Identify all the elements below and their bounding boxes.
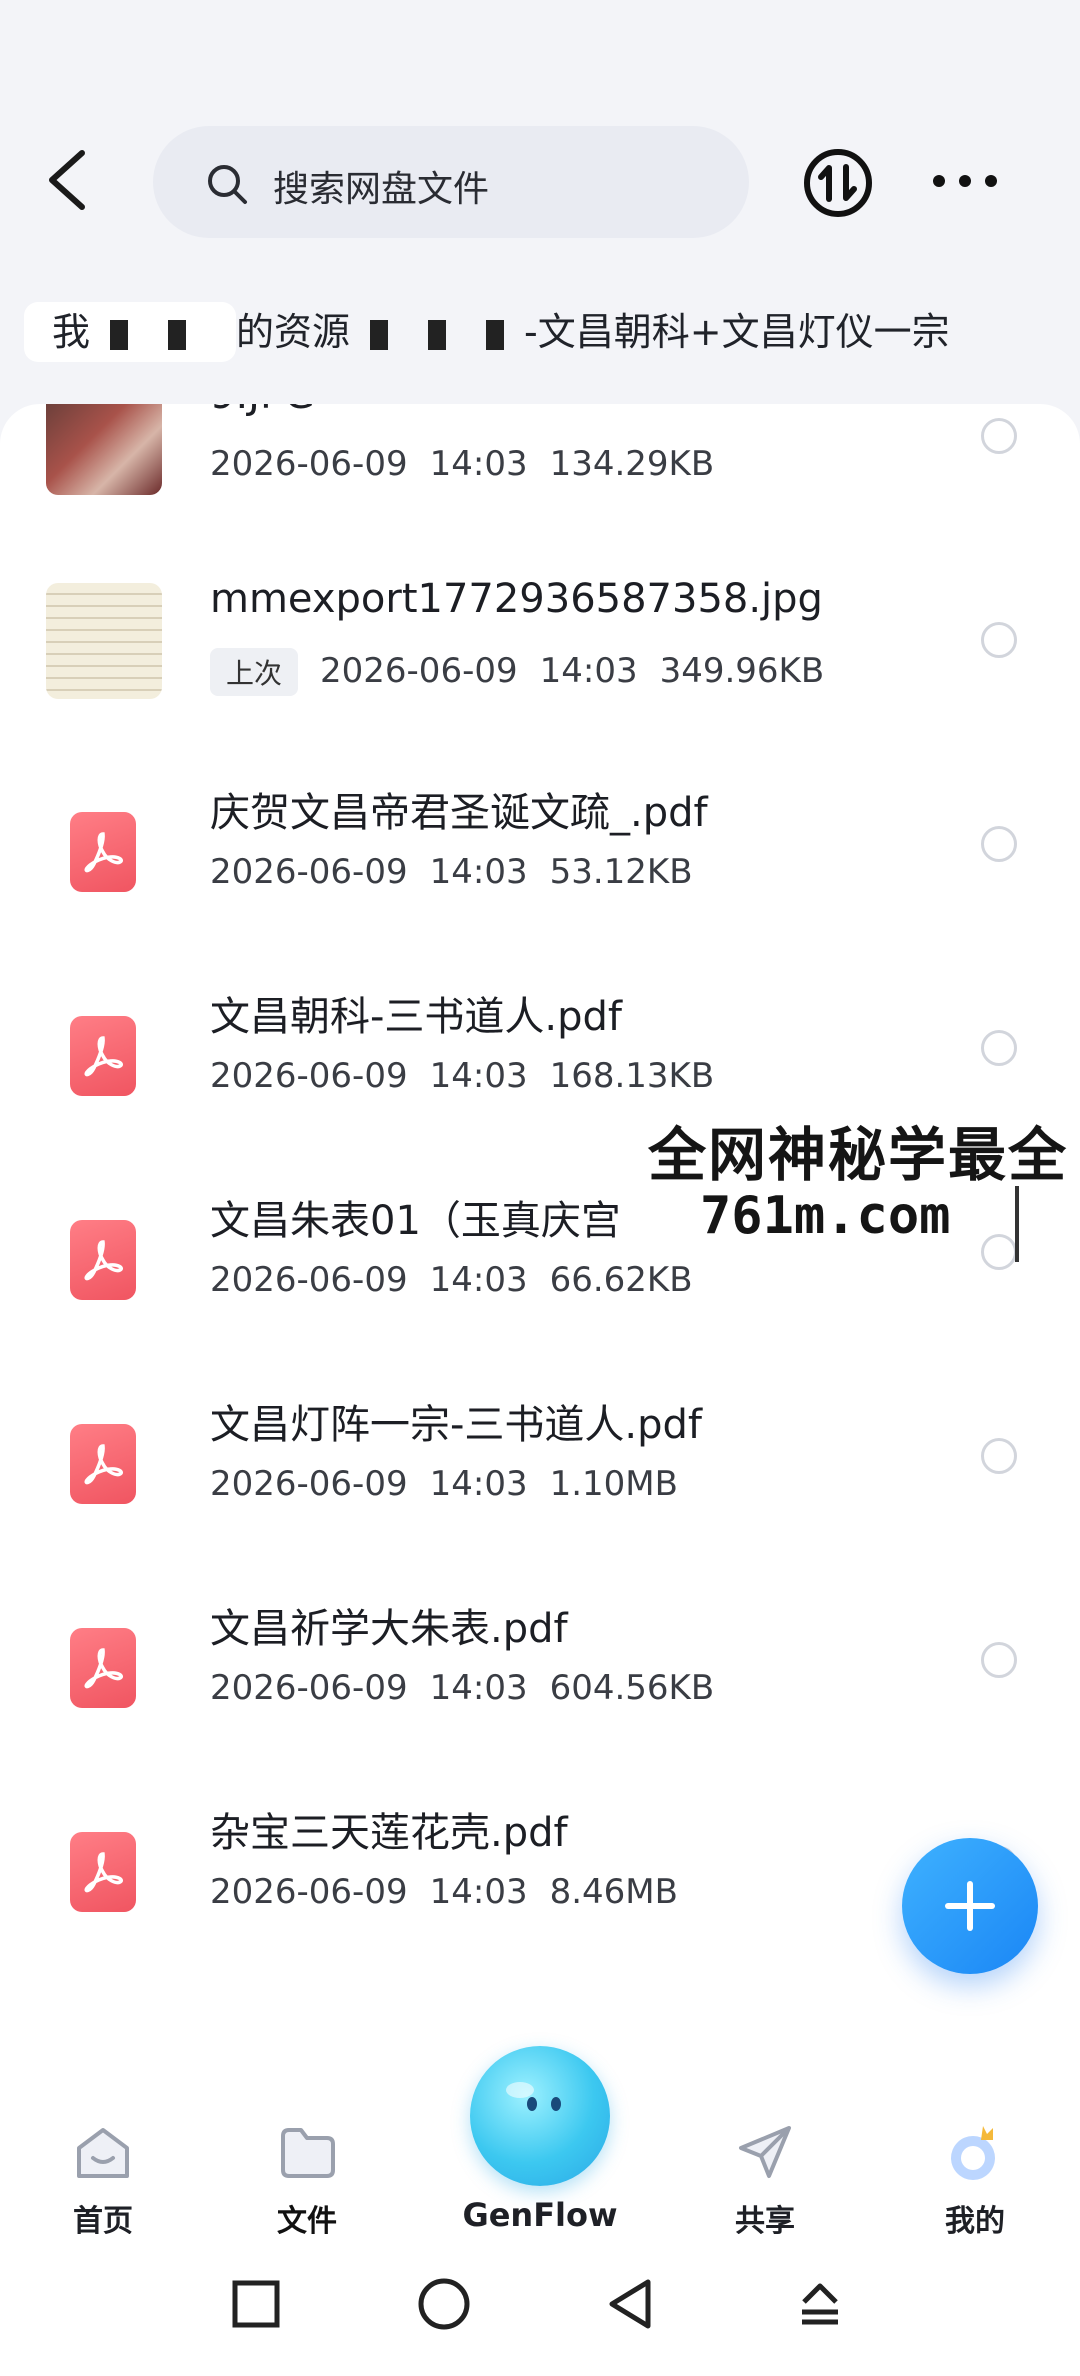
select-radio[interactable] — [981, 826, 1017, 862]
list-item[interactable]: 庆贺文昌帝君圣诞文疏_.pdf 2026-06-09 14:03 53.12KB — [0, 742, 1080, 946]
watermark: 全网神秘学最全 761m.com — [640, 1108, 1080, 1262]
file-meta: 2026-06-09 14:03 134.29KB — [210, 444, 715, 484]
back-triangle-icon[interactable] — [600, 2274, 660, 2334]
system-navigation-bar — [0, 2234, 1080, 2376]
home-circle-icon[interactable] — [414, 2274, 474, 2334]
file-name: 文昌祈学大朱表.pdf — [210, 1606, 568, 1652]
breadcrumb-middle: 的资源 — [236, 310, 351, 354]
tab-home[interactable]: 首页 — [28, 2084, 178, 2239]
search-icon — [208, 165, 247, 204]
sort-icon[interactable] — [802, 147, 874, 219]
file-name: 庆贺文昌帝君圣诞文疏_.pdf — [210, 790, 708, 836]
folder-icon — [281, 2128, 335, 2178]
recent-badge: 上次 — [210, 648, 299, 696]
redaction-mask — [110, 319, 129, 350]
file-meta: 2026-06-09 14:03 66.62KB — [210, 1260, 693, 1300]
redaction-mask — [168, 319, 187, 350]
file-meta: 2026-06-09 14:03 604.56KB — [210, 1668, 715, 1708]
recent-apps-icon[interactable] — [226, 2274, 286, 2334]
more-icon[interactable] — [930, 164, 1000, 198]
list-item[interactable]: 文昌祈学大朱表.pdf 2026-06-09 14:03 604.56KB — [0, 1558, 1080, 1762]
breadcrumb-root[interactable]: 我 — [24, 302, 237, 362]
keyboard-collapse-icon[interactable] — [790, 2274, 850, 2334]
breadcrumb[interactable]: 我的资源 -文昌朝科+文昌灯仪一宗 — [24, 292, 1080, 372]
send-icon — [739, 2126, 791, 2178]
pdf-icon — [70, 1628, 136, 1708]
file-meta: 2026-06-09 14:03 168.13KB — [210, 1056, 715, 1096]
image-thumbnail — [46, 583, 162, 699]
tab-files[interactable]: 文件 — [232, 2084, 382, 2239]
file-name: mmexport1772936587358.jpg — [210, 576, 823, 622]
pdf-icon — [70, 1424, 136, 1504]
search-input[interactable]: 搜索网盘文件 — [153, 126, 749, 238]
file-meta: 上次 2026-06-09 14:03 349.96KB — [210, 648, 846, 696]
file-name: 文昌朝科-三书道人.pdf — [210, 994, 623, 1040]
plus-icon — [945, 1881, 995, 1931]
pdf-icon — [70, 812, 136, 892]
search-placeholder: 搜索网盘文件 — [273, 169, 490, 210]
list-item[interactable]: 9.JPG 2026-06-0914:03134.29KB — [0, 404, 1080, 538]
file-meta: 2026-06-09 14:03 1.10MB — [210, 1464, 678, 1504]
file-meta: 2026-06-09 14:03 8.46MB — [210, 1872, 678, 1912]
tab-mine[interactable]: 我的 — [900, 2084, 1050, 2239]
select-radio[interactable] — [981, 622, 1017, 658]
select-radio[interactable] — [981, 1642, 1017, 1678]
watermark-divider — [1015, 1186, 1019, 1262]
list-item[interactable]: mmexport1772936587358.jpg 上次 2026-06-09 14… — [0, 538, 1080, 742]
select-radio[interactable] — [981, 418, 1017, 454]
avatar-crown-icon — [951, 2126, 995, 2180]
home-icon — [77, 2128, 129, 2178]
pdf-icon — [70, 1016, 136, 1096]
file-name: 杂宝三天莲花壳.pdf — [210, 1810, 568, 1856]
breadcrumb-current: -文昌朝科+文昌灯仪一宗 — [524, 310, 950, 354]
select-radio[interactable] — [981, 1030, 1017, 1066]
genflow-label: GenFlow — [462, 2196, 618, 2234]
genflow-mascot-icon — [506, 2082, 561, 2111]
redaction-mask — [370, 319, 389, 350]
pdf-icon — [70, 1832, 136, 1912]
image-thumbnail — [46, 404, 162, 495]
back-arrow-icon[interactable] — [40, 145, 100, 215]
watermark-line2: 761m.com — [700, 1186, 951, 1246]
select-radio[interactable] — [981, 1438, 1017, 1474]
file-name: 9.JPG — [210, 404, 315, 418]
file-name: 文昌朱表01（玉真庆宫 — [210, 1198, 621, 1244]
list-item[interactable]: 文昌灯阵一宗-三书道人.pdf 2026-06-09 14:03 1.10MB — [0, 1354, 1080, 1558]
genflow-button[interactable] — [470, 2046, 610, 2186]
add-button[interactable] — [902, 1838, 1038, 1974]
file-name: 文昌灯阵一宗-三书道人.pdf — [210, 1402, 703, 1448]
tab-share[interactable]: 共享 — [690, 2084, 840, 2239]
watermark-line1: 全网神秘学最全 — [648, 1121, 1069, 1189]
redaction-mask — [486, 319, 505, 350]
top-bar: 搜索网盘文件 — [0, 0, 1080, 260]
redaction-mask — [428, 319, 447, 350]
pdf-icon — [70, 1220, 136, 1300]
file-meta: 2026-06-09 14:03 53.12KB — [210, 852, 693, 892]
